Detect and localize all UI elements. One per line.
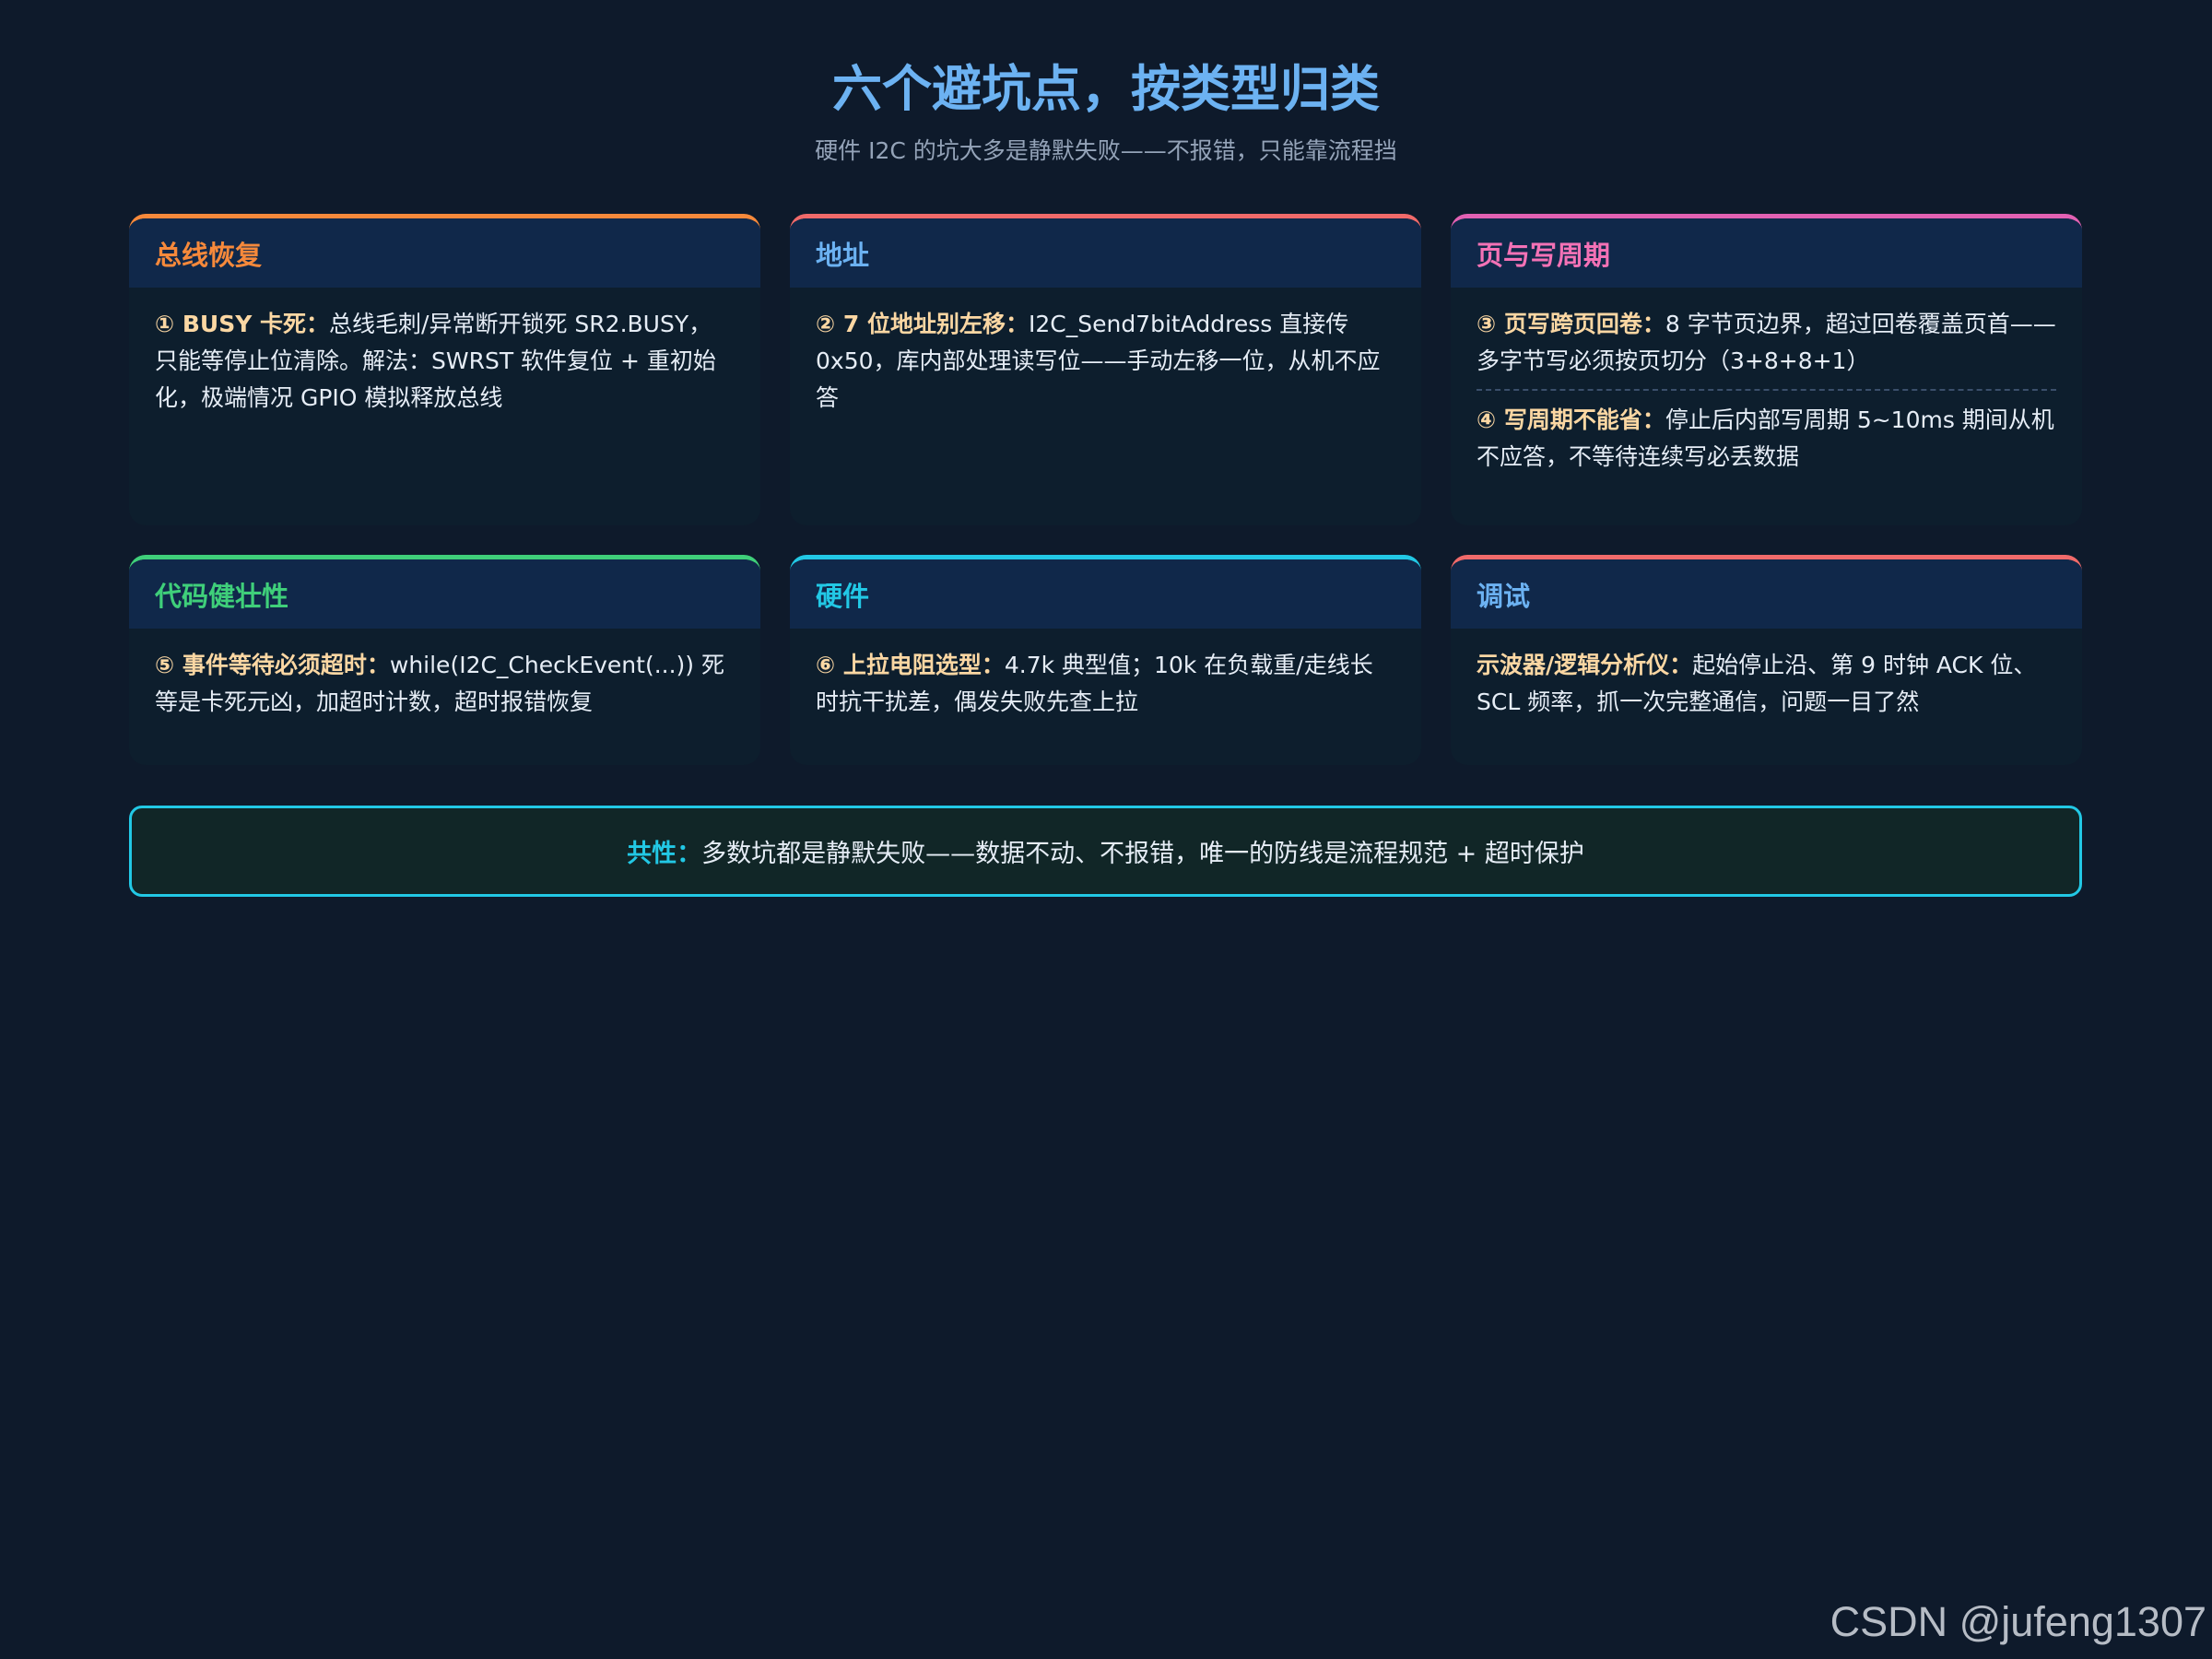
card-bus-recovery: 总线恢复 ① BUSY 卡死：总线毛刺/异常断开锁死 SR2.BUSY，只能等停… bbox=[129, 214, 760, 525]
card-body: ① BUSY 卡死：总线毛刺/异常断开锁死 SR2.BUSY，只能等停止位清除。… bbox=[129, 288, 760, 433]
card-address: 地址 ② 7 位地址别左移：I2C_Send7bitAddress 直接传 0x… bbox=[790, 214, 1421, 525]
card-body: ⑥ 上拉电阻选型：4.7k 典型值；10k 在负载重/走线长时抗干扰差，偶发失败… bbox=[790, 629, 1421, 737]
card-body: ⑤ 事件等待必须超时：while(I2C_CheckEvent(...)) 死等… bbox=[129, 629, 760, 737]
dashed-divider bbox=[1477, 389, 2056, 391]
card-title: 地址 bbox=[790, 218, 1421, 288]
pitfall-label: ⑤ 事件等待必须超时： bbox=[155, 652, 390, 678]
pitfall-label: 示波器/逻辑分析仪： bbox=[1477, 652, 1693, 678]
pitfall-label: ④ 写周期不能省： bbox=[1477, 406, 1665, 433]
card-body: ③ 页写跨页回卷：8 字节页边界，超过回卷覆盖页首——多字节写必须按页切分（3+… bbox=[1451, 288, 2082, 492]
card-hardware: 硬件 ⑥ 上拉电阻选型：4.7k 典型值；10k 在负载重/走线长时抗干扰差，偶… bbox=[790, 555, 1421, 765]
pitfall-label: ② 7 位地址别左移： bbox=[816, 311, 1029, 337]
category-grid: 总线恢复 ① BUSY 卡死：总线毛刺/异常断开锁死 SR2.BUSY，只能等停… bbox=[129, 214, 2082, 765]
card-title: 调试 bbox=[1451, 559, 2082, 629]
card-title: 总线恢复 bbox=[129, 218, 760, 288]
pitfall-label: ③ 页写跨页回卷： bbox=[1477, 311, 1665, 337]
summary-banner: 共性： 多数坑都是静默失败——数据不动、不报错，唯一的防线是流程规范 + 超时保护 bbox=[129, 806, 2082, 897]
card-body: ② 7 位地址别左移：I2C_Send7bitAddress 直接传 0x50，… bbox=[790, 288, 1421, 433]
pitfall-label: ① BUSY 卡死： bbox=[155, 311, 330, 337]
card-code-robustness: 代码健壮性 ⑤ 事件等待必须超时：while(I2C_CheckEvent(..… bbox=[129, 555, 760, 765]
page-title: 六个避坑点，按类型归类 bbox=[832, 60, 1380, 118]
card-body: 示波器/逻辑分析仪：起始停止沿、第 9 时钟 ACK 位、SCL 频率，抓一次完… bbox=[1451, 629, 2082, 737]
summary-text: 多数坑都是静默失败——数据不动、不报错，唯一的防线是流程规范 + 超时保护 bbox=[701, 840, 1584, 868]
card-debugging: 调试 示波器/逻辑分析仪：起始停止沿、第 9 时钟 ACK 位、SCL 频率，抓… bbox=[1451, 555, 2082, 765]
pitfall-item: ① BUSY 卡死：总线毛刺/异常断开锁死 SR2.BUSY，只能等停止位清除。… bbox=[155, 306, 735, 417]
card-title: 代码健壮性 bbox=[129, 559, 760, 629]
pitfall-item: 示波器/逻辑分析仪：起始停止沿、第 9 时钟 ACK 位、SCL 频率，抓一次完… bbox=[1477, 647, 2056, 721]
page-subtitle: 硬件 I2C 的坑大多是静默失败——不报错，只能靠流程挡 bbox=[815, 137, 1397, 164]
card-title: 页与写周期 bbox=[1451, 218, 2082, 288]
pitfall-item: ② 7 位地址别左移：I2C_Send7bitAddress 直接传 0x50，… bbox=[816, 306, 1395, 417]
watermark: CSDN @jufeng1307 bbox=[1830, 1598, 2206, 1645]
pitfall-item: ④ 写周期不能省：停止后内部写周期 5~10ms 期间从机不应答，不等待连续写必… bbox=[1477, 402, 2056, 476]
card-title: 硬件 bbox=[790, 559, 1421, 629]
pitfall-item: ⑤ 事件等待必须超时：while(I2C_CheckEvent(...)) 死等… bbox=[155, 647, 735, 721]
pitfall-item: ⑥ 上拉电阻选型：4.7k 典型值；10k 在负载重/走线长时抗干扰差，偶发失败… bbox=[816, 647, 1395, 721]
pitfall-item: ③ 页写跨页回卷：8 字节页边界，超过回卷覆盖页首——多字节写必须按页切分（3+… bbox=[1477, 306, 2056, 380]
card-page-write-cycle: 页与写周期 ③ 页写跨页回卷：8 字节页边界，超过回卷覆盖页首——多字节写必须按… bbox=[1451, 214, 2082, 525]
summary-label: 共性： bbox=[627, 840, 702, 868]
pitfall-label: ⑥ 上拉电阻选型： bbox=[816, 652, 1005, 678]
